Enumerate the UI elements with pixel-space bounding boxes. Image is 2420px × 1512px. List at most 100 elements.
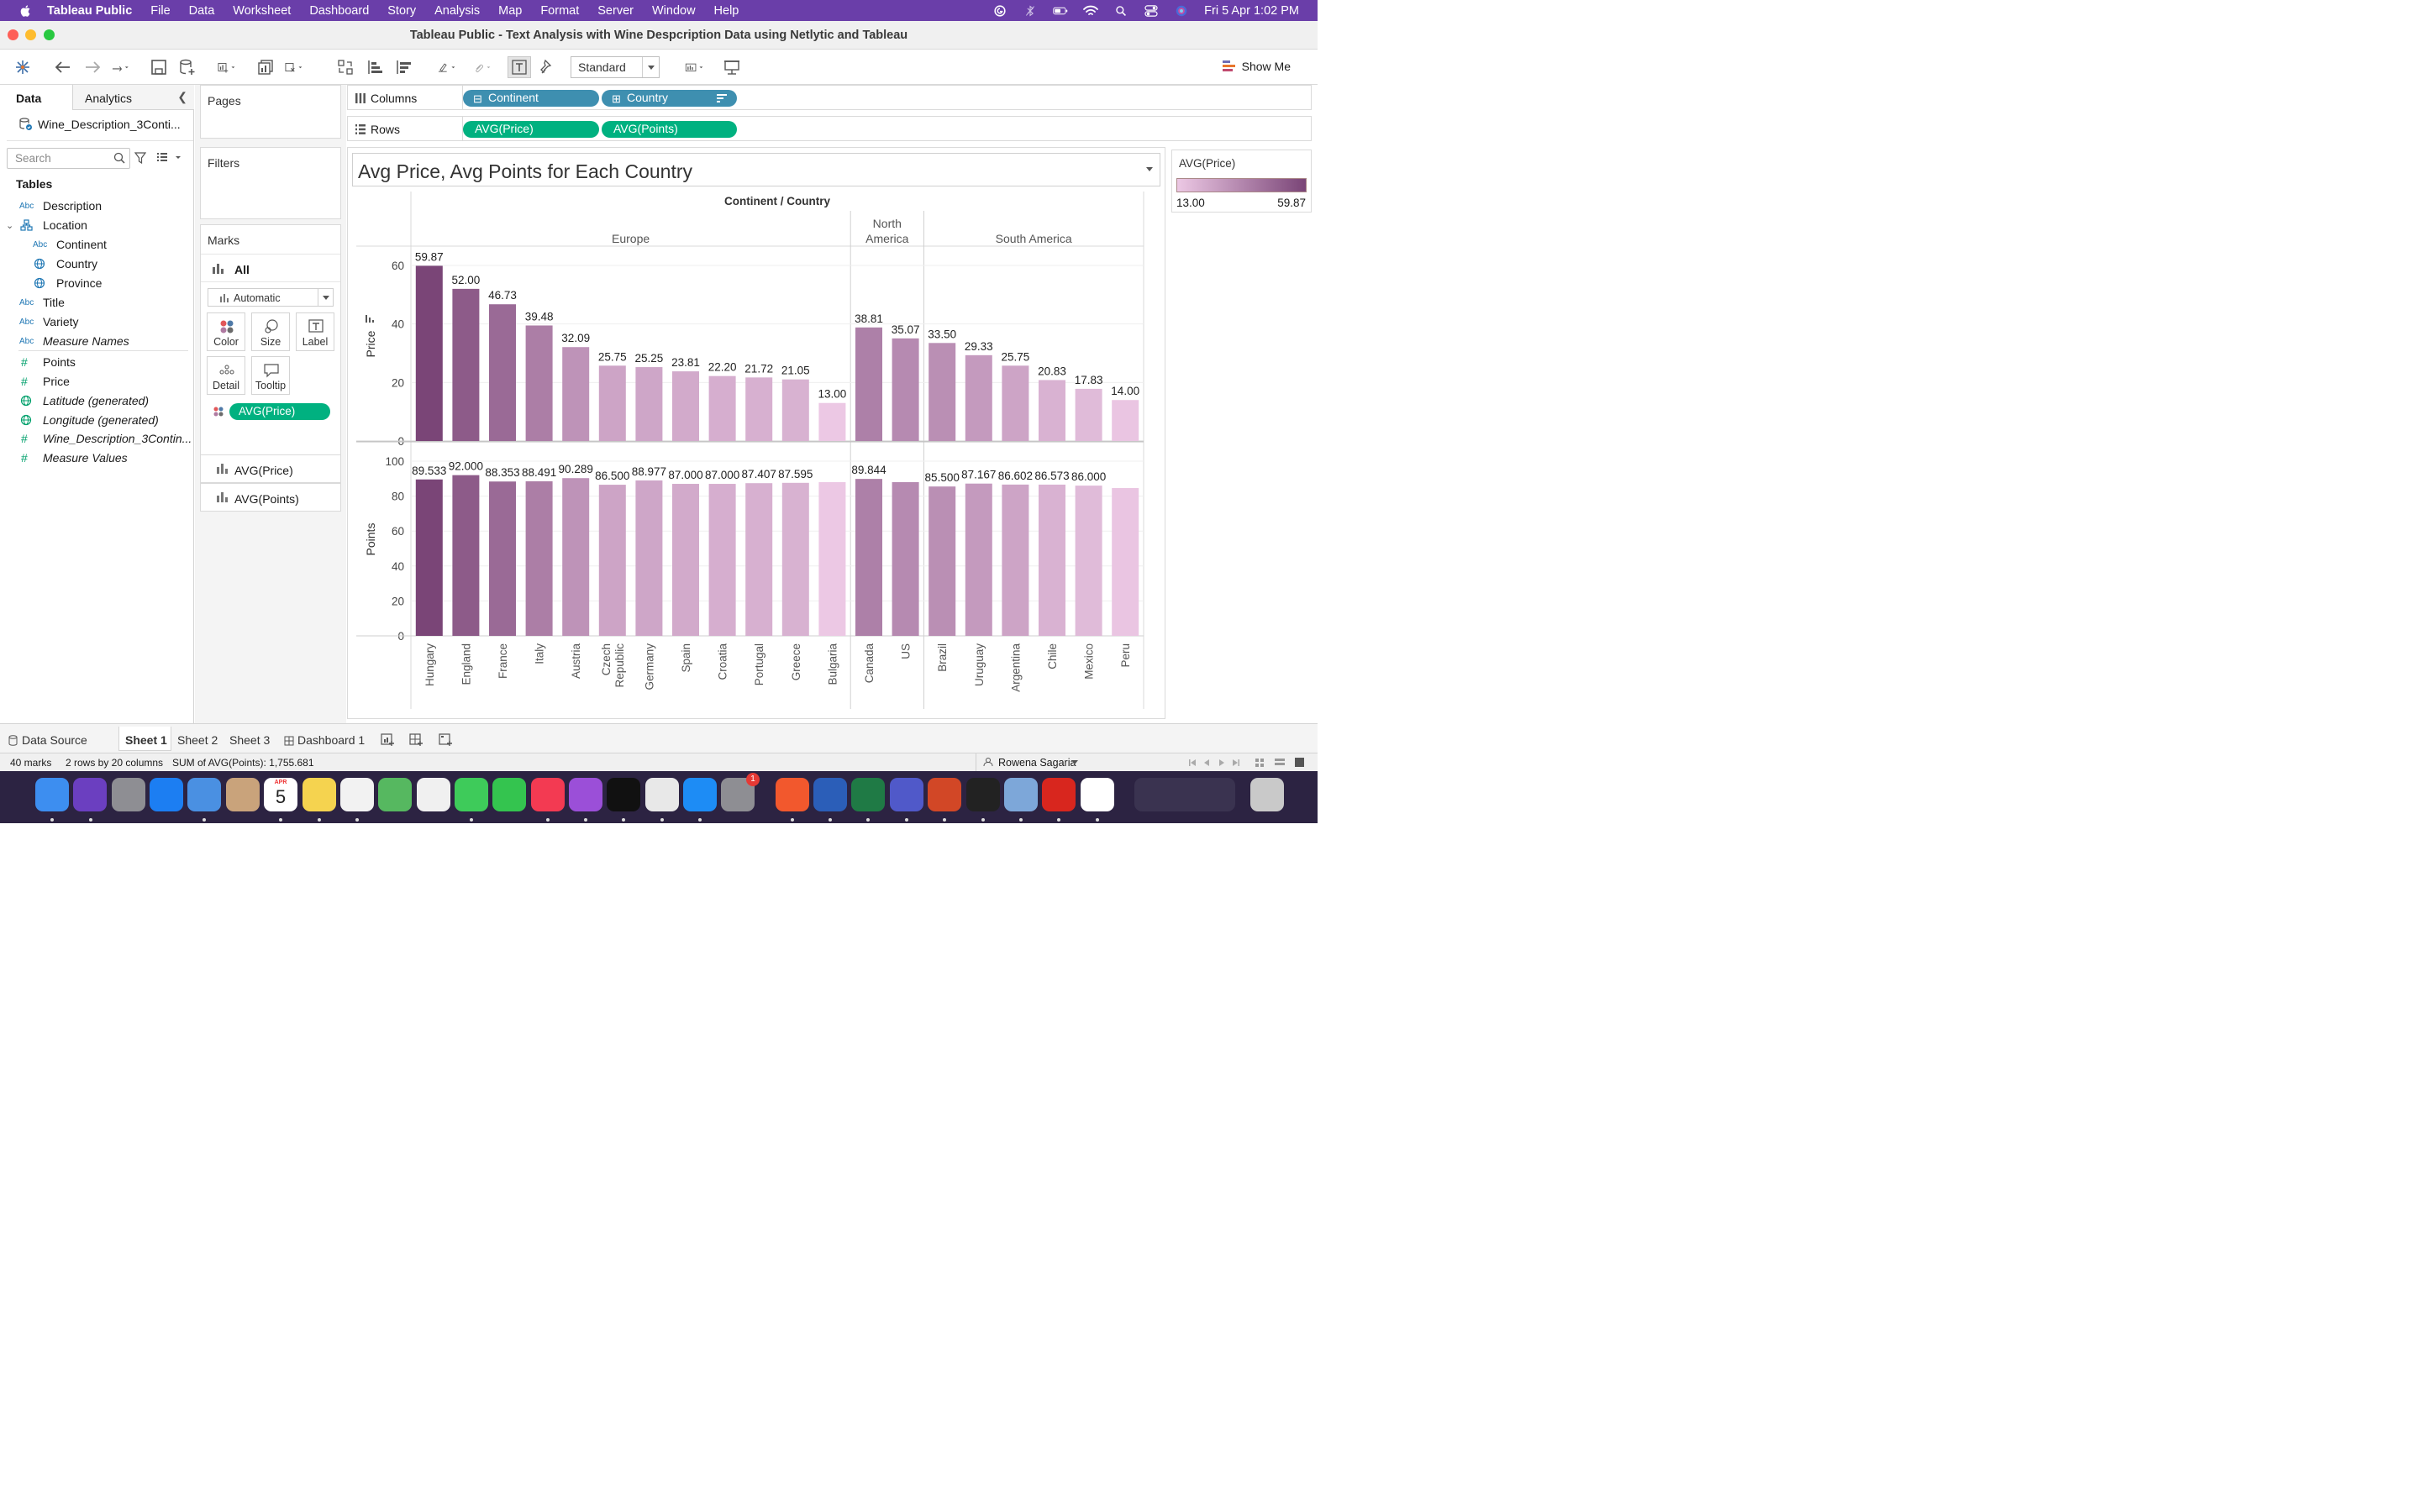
field-latitude[interactable]: Latitude (generated): [0, 391, 193, 410]
pill-avg-points[interactable]: AVG(Points): [602, 121, 737, 138]
pill-country[interactable]: ⊞ Country: [602, 90, 737, 107]
search-box[interactable]: [7, 148, 130, 169]
field-measure-names[interactable]: Abc Measure Names: [0, 332, 193, 350]
tab-data-source[interactable]: Data Source: [8, 727, 87, 751]
new-dashboard-icon[interactable]: [408, 732, 424, 747]
podcasts-icon[interactable]: [569, 778, 602, 811]
new-worksheet-icon[interactable]: [380, 732, 395, 747]
teams-icon[interactable]: [890, 778, 923, 811]
filters-card[interactable]: Filters: [200, 147, 341, 219]
color-field-pill[interactable]: AVG(Price): [229, 403, 330, 420]
filter-icon[interactable]: [134, 152, 146, 164]
siri-icon[interactable]: [73, 778, 107, 811]
menu-dashboard[interactable]: Dashboard: [309, 4, 369, 18]
sort-descending-icon[interactable]: [394, 56, 413, 78]
notes-icon[interactable]: [302, 778, 336, 811]
field-measure-values[interactable]: # Measure Values: [0, 449, 193, 467]
trash-icon[interactable]: [1250, 778, 1284, 811]
fix-axes-icon[interactable]: [539, 56, 557, 78]
control-center-icon[interactable]: [1144, 4, 1159, 17]
datasource-item[interactable]: Wine_Description_3Conti...: [18, 117, 181, 131]
reminders-icon[interactable]: [340, 778, 374, 811]
tab-sheet-1[interactable]: Sheet 1: [118, 727, 171, 751]
fit-dropdown[interactable]: Standard: [571, 56, 660, 78]
field-variety[interactable]: Abc Variety: [0, 312, 193, 331]
chevron-down-icon[interactable]: [1146, 167, 1153, 171]
expand-hierarchy-icon[interactable]: ⊞: [612, 92, 621, 106]
mail-icon[interactable]: [187, 778, 221, 811]
spotlight-search-icon[interactable]: [1113, 5, 1128, 17]
field-location[interactable]: ⌄ Location: [0, 216, 193, 234]
color-button[interactable]: Color: [207, 312, 245, 351]
field-province[interactable]: Province: [0, 274, 193, 292]
app-store-icon[interactable]: [683, 778, 717, 811]
undo-icon[interactable]: [54, 56, 72, 78]
group-members-icon[interactable]: [472, 56, 491, 78]
battery-icon[interactable]: [1053, 5, 1068, 17]
menu-analysis[interactable]: Analysis: [434, 4, 480, 18]
user-menu[interactable]: Rowena Sagaria: [976, 753, 1088, 771]
bluetooth-icon[interactable]: [1023, 4, 1038, 17]
replay-icon[interactable]: [111, 56, 129, 78]
new-story-icon[interactable]: [438, 732, 453, 747]
measure-card-price[interactable]: AVG(Price): [200, 454, 341, 483]
menu-window[interactable]: Window: [652, 4, 696, 18]
expand-chevron-icon[interactable]: ⌄: [6, 220, 13, 231]
worksheet-title[interactable]: Avg Price, Avg Points for Each Country: [352, 153, 1160, 186]
clock[interactable]: Fri 5 Apr 1:02 PM: [1204, 4, 1299, 18]
show-mark-labels-icon[interactable]: [508, 56, 531, 78]
launchpad-icon[interactable]: [112, 778, 145, 811]
highlight-icon[interactable]: [437, 56, 455, 78]
menu-file[interactable]: File: [150, 4, 170, 18]
rows-shelf[interactable]: Rows AVG(Price) AVG(Points): [347, 116, 1312, 141]
pages-card[interactable]: Pages: [200, 85, 341, 139]
facetime-icon[interactable]: [492, 778, 526, 811]
search-icon[interactable]: [113, 152, 125, 164]
menu-worksheet[interactable]: Worksheet: [233, 4, 291, 18]
view-options-icon[interactable]: [156, 152, 182, 164]
system-settings-icon[interactable]: 1: [721, 773, 760, 811]
field-record-count[interactable]: # Wine_Description_3Contin...: [0, 429, 193, 448]
label-button[interactable]: Label: [296, 312, 334, 351]
tableau-logo-icon[interactable]: [13, 56, 32, 78]
show-hide-cards-icon[interactable]: [685, 56, 703, 78]
pill-avg-price[interactable]: AVG(Price): [463, 121, 599, 138]
field-title[interactable]: Abc Title: [0, 293, 193, 312]
brave-icon[interactable]: [776, 778, 809, 811]
chrome-icon[interactable]: [645, 778, 679, 811]
contacts-icon[interactable]: [226, 778, 260, 811]
detail-button[interactable]: Detail: [207, 356, 245, 395]
field-continent[interactable]: Abc Continent: [0, 235, 193, 254]
pill-continent[interactable]: ⊟ Continent: [463, 90, 599, 107]
tab-sheet-2[interactable]: Sheet 2: [177, 727, 218, 751]
view-mode-icon[interactable]: [1255, 757, 1307, 769]
acrobat-icon[interactable]: [1042, 778, 1076, 811]
finder-icon[interactable]: [35, 778, 69, 811]
siri-icon[interactable]: [1174, 5, 1189, 17]
terminal-icon[interactable]: [966, 778, 1000, 811]
safari-icon[interactable]: [150, 778, 183, 811]
tab-sheet-3[interactable]: Sheet 3: [229, 727, 270, 751]
marks-all-tab[interactable]: All: [201, 254, 340, 282]
sort-ascending-icon[interactable]: [366, 56, 384, 78]
field-price[interactable]: # Price: [0, 372, 193, 391]
duplicate-sheet-icon[interactable]: [256, 56, 275, 78]
menu-format[interactable]: Format: [540, 4, 579, 18]
collapse-pane-icon[interactable]: ❮: [177, 90, 187, 104]
apple-tv-icon[interactable]: [607, 778, 640, 811]
search-input[interactable]: [8, 149, 108, 167]
excel-icon[interactable]: [851, 778, 885, 811]
messages-icon[interactable]: [455, 778, 488, 811]
downloads-stack-icon[interactable]: [1134, 778, 1235, 811]
menu-map[interactable]: Map: [498, 4, 522, 18]
app-name-menu[interactable]: Tableau Public: [47, 4, 132, 18]
collapse-hierarchy-icon[interactable]: ⊟: [473, 92, 482, 106]
field-description[interactable]: Abc Description: [0, 197, 193, 215]
photos-icon[interactable]: [417, 778, 450, 811]
presentation-mode-icon[interactable]: [723, 56, 741, 78]
wifi-icon[interactable]: [1083, 5, 1099, 17]
new-data-source-icon[interactable]: [178, 56, 197, 78]
grammarly-icon[interactable]: [992, 4, 1007, 17]
tab-data[interactable]: Data: [0, 85, 72, 110]
field-longitude[interactable]: Longitude (generated): [0, 411, 193, 429]
